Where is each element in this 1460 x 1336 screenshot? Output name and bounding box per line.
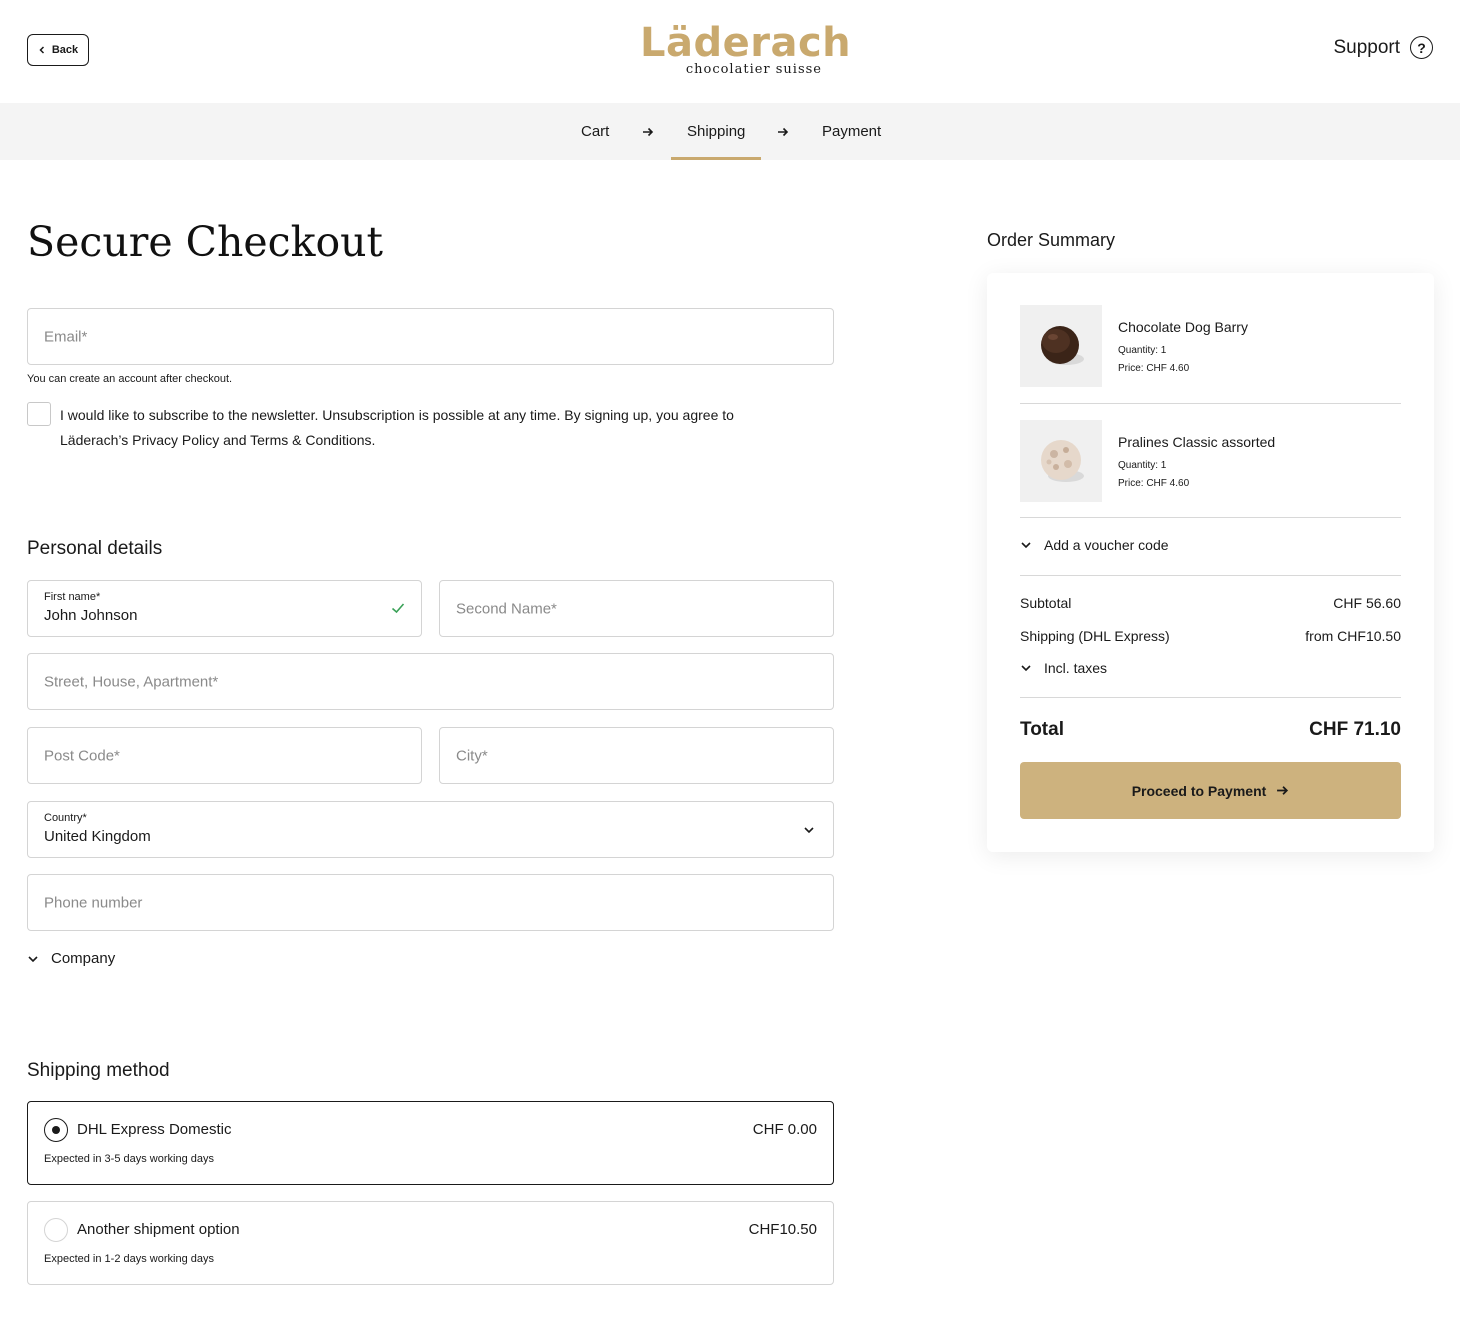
order-summary-heading: Order Summary <box>987 230 1116 250</box>
divider <box>1020 697 1401 698</box>
support-link[interactable]: Support ? <box>1333 36 1433 59</box>
item-price: Price: CHF 4.60 <box>1118 478 1190 489</box>
shipping-option-eta: Expected in 3-5 days working days <box>44 1153 214 1165</box>
phone-placeholder: Phone number <box>44 894 143 911</box>
cart-item: Pralines Classic assorted Quantity: 1 Pr… <box>1020 420 1401 502</box>
email-placeholder: Email* <box>44 328 88 345</box>
logo-wordmark: Läderach <box>640 20 852 66</box>
order-summary-card: Chocolate Dog Barry Quantity: 1 Price: C… <box>987 273 1434 852</box>
item-price: Price: CHF 4.60 <box>1118 363 1190 374</box>
chevron-left-icon <box>39 46 44 54</box>
divider <box>1020 517 1401 518</box>
newsletter-checkbox[interactable] <box>27 402 51 426</box>
chevron-down-icon <box>804 827 814 834</box>
personal-details-heading: Personal details <box>27 538 163 559</box>
arrow-right-icon <box>1277 786 1289 795</box>
email-field[interactable]: Email* <box>27 308 834 365</box>
step-payment[interactable]: Payment <box>822 103 881 160</box>
shipping-cost-value: from CHF10.50 <box>1305 628 1401 644</box>
newsletter-text: I would like to subscribe to the newslet… <box>60 403 820 453</box>
radio-unselected[interactable] <box>44 1218 68 1242</box>
total-value: CHF 71.10 <box>1309 719 1401 740</box>
first-name-label: First name* <box>44 591 101 603</box>
postcode-placeholder: Post Code* <box>44 747 120 764</box>
checkmark-icon <box>391 603 405 614</box>
city-placeholder: City* <box>456 747 488 764</box>
chevron-down-icon <box>1021 665 1031 672</box>
proceed-to-payment-button[interactable]: Proceed to Payment <box>1020 762 1401 819</box>
shipping-option-name: DHL Express Domestic <box>77 1121 232 1138</box>
support-label: Support <box>1333 36 1400 58</box>
step-cart[interactable]: Cart <box>581 103 609 160</box>
checkout-steps: Cart Shipping Payment <box>0 103 1460 160</box>
shipping-option-price: CHF 0.00 <box>752 1121 817 1138</box>
cart-item: Chocolate Dog Barry Quantity: 1 Price: C… <box>1020 305 1401 387</box>
arrow-right-icon <box>642 103 654 160</box>
newsletter-line-2: Läderach’s Privacy Policy and Terms & Co… <box>60 432 376 448</box>
divider <box>1020 403 1401 404</box>
first-name-field[interactable]: First name* John Johnson <box>27 580 422 637</box>
taxes-toggle[interactable]: Incl. taxes <box>1020 660 1107 676</box>
divider <box>1020 575 1401 576</box>
site-header: Back Läderach chocolatier suisse Support… <box>0 0 1460 103</box>
newsletter-line-1: I would like to subscribe to the newslet… <box>60 407 734 423</box>
voucher-label: Add a voucher code <box>1044 537 1169 553</box>
item-quantity: Quantity: 1 <box>1118 345 1167 356</box>
product-image <box>1020 305 1102 387</box>
shipping-option-price: CHF10.50 <box>748 1221 817 1238</box>
phone-field[interactable]: Phone number <box>27 874 834 931</box>
taxes-label: Incl. taxes <box>1044 660 1108 676</box>
radio-selected[interactable] <box>44 1118 68 1142</box>
voucher-toggle[interactable]: Add a voucher code <box>1020 537 1169 553</box>
shipping-method-heading: Shipping method <box>27 1060 170 1081</box>
back-label: Back <box>51 44 79 56</box>
shipping-option-dhl[interactable]: DHL Express Domestic CHF 0.00 Expected i… <box>27 1101 834 1185</box>
second-name-placeholder: Second Name* <box>456 600 557 617</box>
email-helper-text: You can create an account after checkout… <box>27 373 233 385</box>
first-name-value: John Johnson <box>44 607 138 624</box>
country-value: United Kingdom <box>44 828 151 845</box>
second-name-field[interactable]: Second Name* <box>439 580 834 637</box>
chevron-down-icon <box>1021 542 1031 549</box>
company-label: Company <box>51 950 116 967</box>
city-field[interactable]: City* <box>439 727 834 784</box>
back-button[interactable]: Back <box>27 34 89 66</box>
country-label: Country* <box>44 812 87 824</box>
shipping-option-other[interactable]: Another shipment option CHF10.50 Expecte… <box>27 1201 834 1285</box>
question-circle-icon: ? <box>1410 36 1433 59</box>
shipping-option-eta: Expected in 1-2 days working days <box>44 1253 214 1265</box>
item-name: Pralines Classic assorted <box>1118 434 1276 450</box>
page-title: Secure Checkout <box>27 218 384 266</box>
street-field[interactable]: Street, House, Apartment* <box>27 653 834 710</box>
subtotal-value: CHF 56.60 <box>1333 595 1401 611</box>
product-image <box>1020 420 1102 502</box>
item-quantity: Quantity: 1 <box>1118 460 1167 471</box>
chevron-down-icon <box>28 955 38 962</box>
country-select[interactable]: Country* United Kingdom <box>27 801 834 858</box>
laderach-logo[interactable]: Läderach chocolatier suisse <box>640 20 852 82</box>
company-toggle[interactable]: Company <box>27 950 115 967</box>
step-shipping[interactable]: Shipping <box>670 103 762 160</box>
proceed-label: Proceed to Payment <box>1131 782 1267 799</box>
subtotal-label: Subtotal <box>1020 595 1072 611</box>
postcode-field[interactable]: Post Code* <box>27 727 422 784</box>
shipping-cost-label: Shipping (DHL Express) <box>1020 628 1170 644</box>
shipping-option-name: Another shipment option <box>77 1221 240 1238</box>
street-placeholder: Street, House, Apartment* <box>44 673 219 690</box>
total-label: Total <box>1020 719 1064 740</box>
item-name: Chocolate Dog Barry <box>1118 319 1248 335</box>
arrow-right-icon <box>777 103 789 160</box>
